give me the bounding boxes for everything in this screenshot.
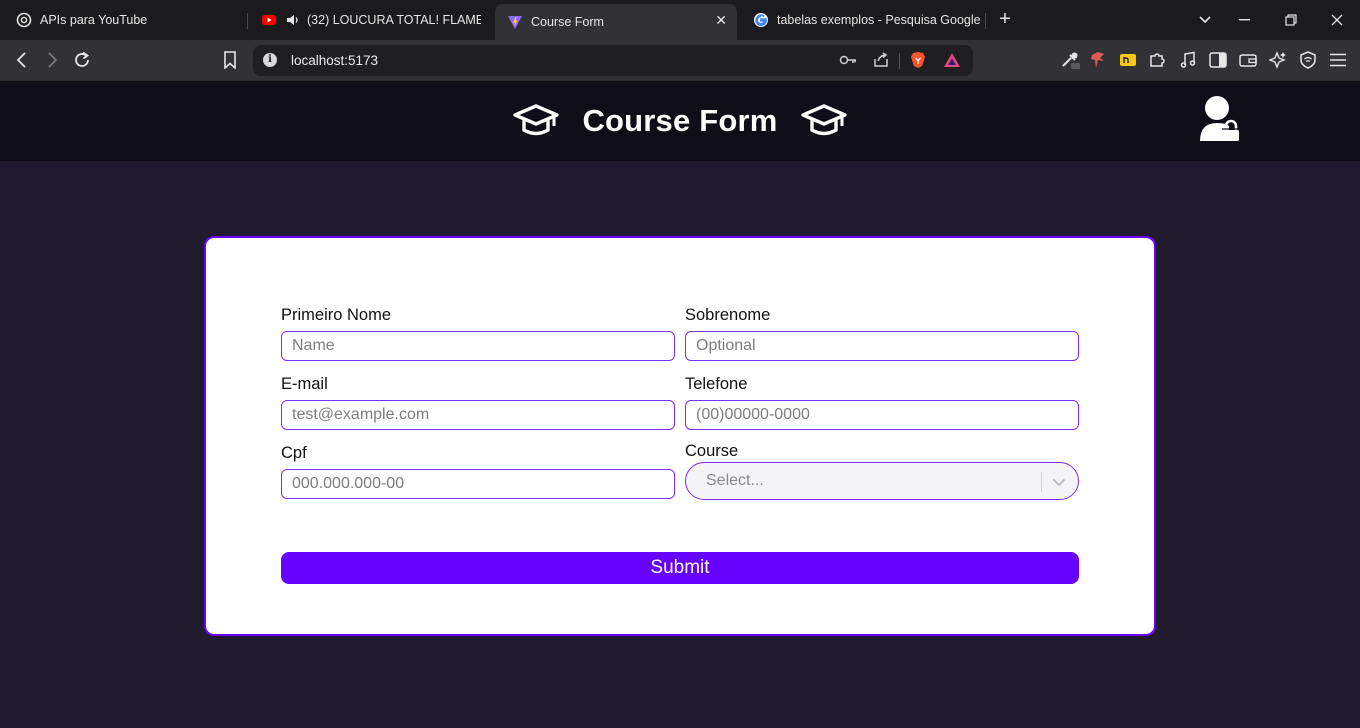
browser-toolbar: i localhost:5173	[0, 40, 1360, 81]
tab-google-search[interactable]: tabelas exemplos - Pesquisa Google	[741, 4, 983, 36]
page-title: Course Form	[582, 103, 778, 138]
email-label: E-mail	[281, 375, 328, 393]
select-divider	[1041, 472, 1042, 492]
media-music-icon[interactable]	[1176, 48, 1200, 72]
vite-icon	[507, 14, 523, 30]
tab-separator	[985, 13, 986, 29]
graduation-cap-icon	[512, 101, 560, 141]
tab-title: (32) LOUCURA TOTAL! FLAMENGO	[307, 13, 481, 27]
submit-button[interactable]: Submit	[281, 552, 1079, 584]
fire-extension-icon[interactable]	[1086, 48, 1110, 72]
new-tab-button[interactable]: +	[994, 8, 1016, 32]
browser-tab-strip: APIs para YouTube (32) LOUCURA TOTAL! FL…	[0, 0, 1360, 40]
chevron-down-icon[interactable]	[1050, 474, 1068, 490]
user-lock-icon[interactable]	[1198, 95, 1242, 145]
share-icon[interactable]	[871, 50, 891, 70]
extensions-puzzle-icon[interactable]	[1145, 48, 1169, 72]
course-select-placeholder: Select...	[706, 472, 764, 489]
notes-extension-icon[interactable]	[1116, 48, 1140, 72]
tab-search-chevron-icon[interactable]	[1193, 8, 1217, 32]
cpf-input[interactable]	[281, 469, 675, 499]
tab-separator	[247, 13, 248, 29]
graduation-cap-icon	[800, 101, 848, 141]
last-name-label: Sobrenome	[685, 306, 771, 324]
leo-ai-icon[interactable]	[1266, 48, 1290, 72]
email-input[interactable]	[281, 400, 675, 430]
first-name-input[interactable]	[281, 331, 675, 361]
course-label: Course	[685, 442, 739, 460]
restore-icon[interactable]	[1279, 8, 1303, 32]
menu-hamburger-icon[interactable]	[1326, 48, 1350, 72]
reload-icon[interactable]	[70, 48, 94, 72]
speaker-icon[interactable]	[285, 12, 301, 28]
google-icon	[753, 12, 769, 28]
cpf-label: Cpf	[281, 444, 307, 462]
tab-title: APIs para YouTube	[40, 13, 148, 27]
last-name-group: Sobrenome	[685, 306, 1079, 361]
openai-icon	[16, 12, 32, 28]
first-name-label: Primeiro Nome	[281, 306, 392, 324]
site-info-icon[interactable]: i	[263, 53, 277, 67]
youtube-icon	[261, 12, 277, 28]
last-name-input[interactable]	[685, 331, 1079, 361]
phone-input[interactable]	[685, 400, 1079, 430]
forward-icon[interactable]	[40, 48, 64, 72]
email-group: E-mail	[281, 375, 675, 430]
close-tab-icon[interactable]: ✕	[715, 12, 727, 29]
tab-course-form[interactable]: Course Form ✕	[495, 4, 737, 40]
address-bar[interactable]: i localhost:5173	[253, 45, 973, 76]
vpn-shield-icon[interactable]	[1296, 48, 1320, 72]
course-group: Course Select...	[685, 442, 1079, 500]
tab-title: Course Form	[531, 15, 604, 29]
minimize-icon[interactable]	[1233, 8, 1257, 32]
course-select[interactable]: Select...	[685, 462, 1079, 500]
cpf-group: Cpf	[281, 444, 675, 499]
url-text: localhost:5173	[291, 53, 379, 68]
sidebar-icon[interactable]	[1206, 48, 1230, 72]
phone-label: Telefone	[685, 375, 748, 393]
dropper-extension-icon[interactable]	[1058, 48, 1082, 72]
close-window-icon[interactable]	[1325, 8, 1349, 32]
brave-rewards-icon[interactable]	[942, 50, 962, 70]
header-title-group: Course Form	[0, 81, 1360, 161]
key-icon[interactable]	[838, 50, 858, 70]
back-icon[interactable]	[10, 48, 34, 72]
course-form-card: Primeiro Nome Sobrenome E-mail Telefone …	[204, 236, 1156, 636]
bookmark-icon[interactable]	[218, 48, 242, 72]
wallet-icon[interactable]	[1236, 48, 1260, 72]
tab-apis-youtube[interactable]: APIs para YouTube	[4, 4, 244, 36]
tab-youtube-video[interactable]: (32) LOUCURA TOTAL! FLAMENGO	[249, 4, 481, 36]
tab-title: tabelas exemplos - Pesquisa Google	[777, 13, 981, 27]
app-header: Course Form	[0, 81, 1360, 161]
brave-shields-icon[interactable]	[908, 50, 928, 70]
first-name-group: Primeiro Nome	[281, 306, 675, 361]
phone-group: Telefone	[685, 375, 1079, 430]
omnibox-divider	[899, 53, 900, 69]
